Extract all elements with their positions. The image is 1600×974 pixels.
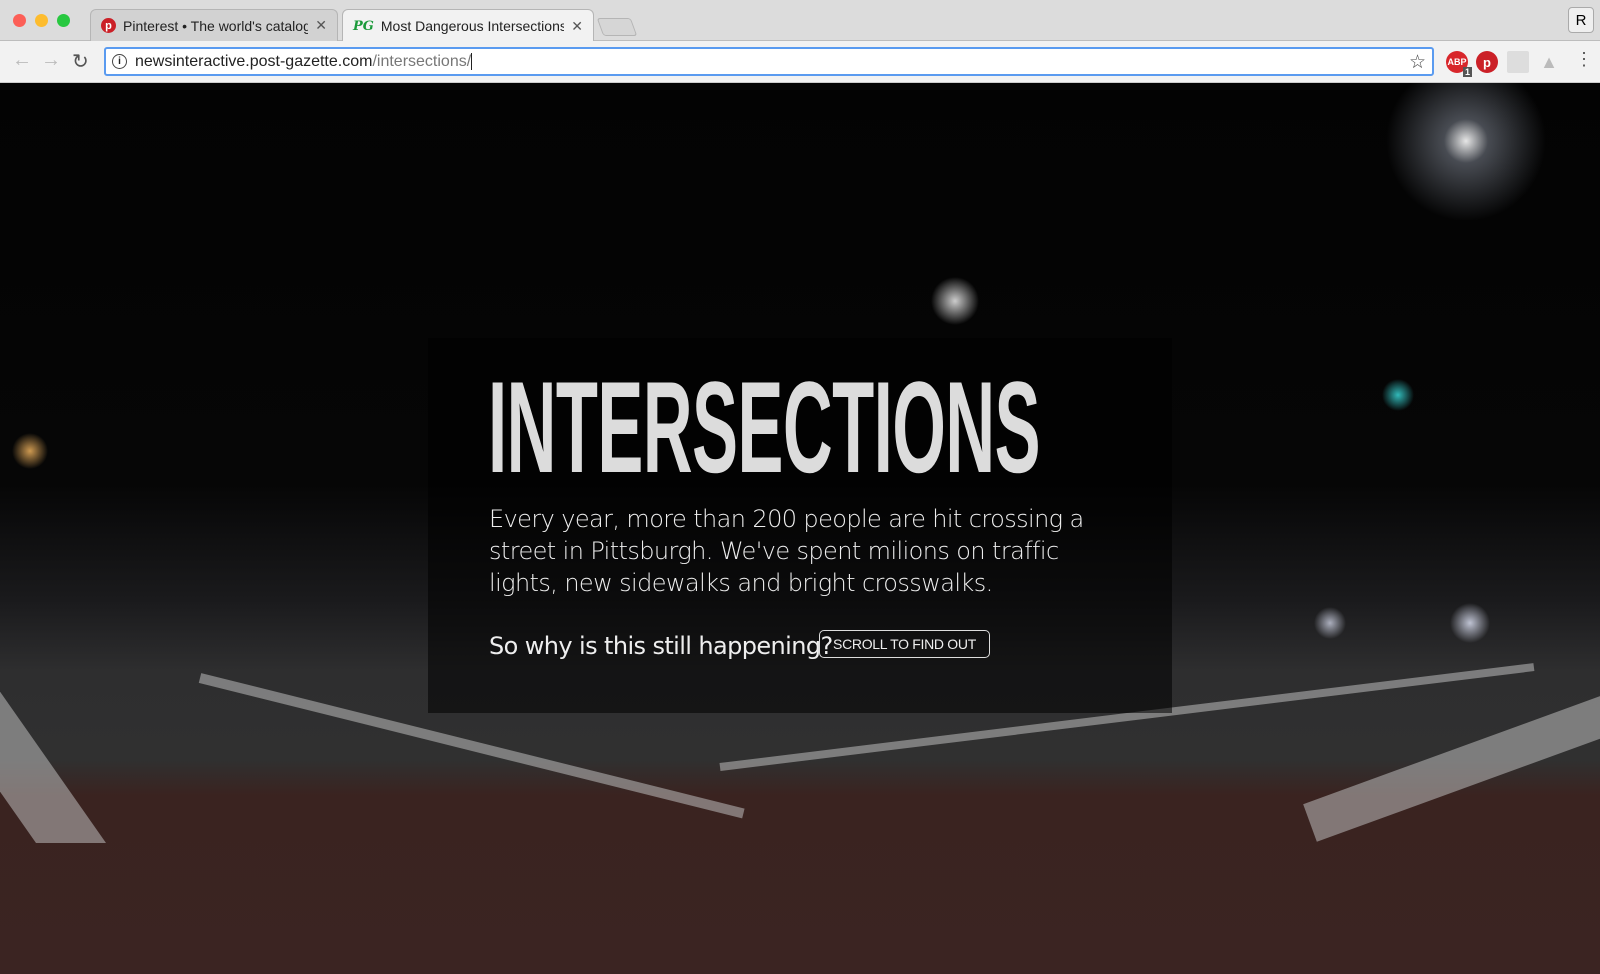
toolbar: ← → ↻ i newsinteractive.post-gazette.com…: [0, 41, 1600, 83]
tab-pinterest[interactable]: p Pinterest • The world's catalog of ide…: [90, 9, 338, 41]
google-drive-icon[interactable]: ▲: [1538, 51, 1560, 73]
page-title: INTERSECTIONS: [488, 354, 1041, 500]
intro-text: Every year, more than 200 people are hit…: [489, 505, 1084, 597]
adblock-plus-icon[interactable]: ABP 1: [1446, 51, 1472, 77]
forward-arrow-icon[interactable]: →: [41, 49, 61, 72]
reload-icon[interactable]: ↻: [72, 49, 89, 74]
clipboard-extension-icon[interactable]: [1507, 51, 1529, 73]
back-arrow-icon[interactable]: ←: [12, 49, 32, 72]
question-text: So why is this still happening?: [489, 632, 833, 660]
tab-intersections[interactable]: PG Most Dangerous Intersections ✕: [342, 9, 594, 42]
tab-title: Most Dangerous Intersections: [380, 18, 565, 34]
post-gazette-favicon-icon: PG: [353, 18, 374, 34]
maximize-window-button[interactable]: [57, 14, 70, 27]
menu-dots-icon[interactable]: ⋮: [1575, 49, 1593, 70]
close-tab-icon[interactable]: ✕: [315, 17, 327, 34]
tab-title: Pinterest • The world's catalog of ideas: [123, 17, 309, 34]
pinterest-extension-icon[interactable]: p: [1476, 51, 1498, 73]
info-icon[interactable]: i: [112, 54, 127, 69]
hero-section: INTERSECTIONS Every year, more than 200 …: [0, 83, 1600, 974]
crosswalk-stripe: [1303, 691, 1600, 842]
url-host: newsinteractive.post-gazette.com: [135, 52, 373, 70]
minimize-window-button[interactable]: [35, 14, 48, 27]
url-path: /intersections/: [372, 52, 472, 70]
intro-panel: INTERSECTIONS Every year, more than 200 …: [428, 338, 1172, 713]
pinterest-favicon-icon: p: [101, 18, 116, 33]
address-bar[interactable]: i newsinteractive.post-gazette.com/inter…: [104, 47, 1434, 76]
tab-bar: p Pinterest • The world's catalog of ide…: [0, 0, 1600, 42]
close-window-button[interactable]: [13, 14, 26, 27]
new-tab-button[interactable]: [596, 18, 638, 36]
profile-button[interactable]: R: [1568, 7, 1594, 33]
adblock-badge: 1: [1462, 67, 1472, 77]
close-tab-icon[interactable]: ✕: [571, 18, 583, 35]
crosswalk-stripe: [0, 683, 107, 843]
text-caret: [471, 53, 473, 70]
scroll-to-find-out-button[interactable]: SCROLL TO FIND OUT: [819, 630, 990, 658]
bookmark-star-icon[interactable]: ☆: [1409, 51, 1426, 74]
